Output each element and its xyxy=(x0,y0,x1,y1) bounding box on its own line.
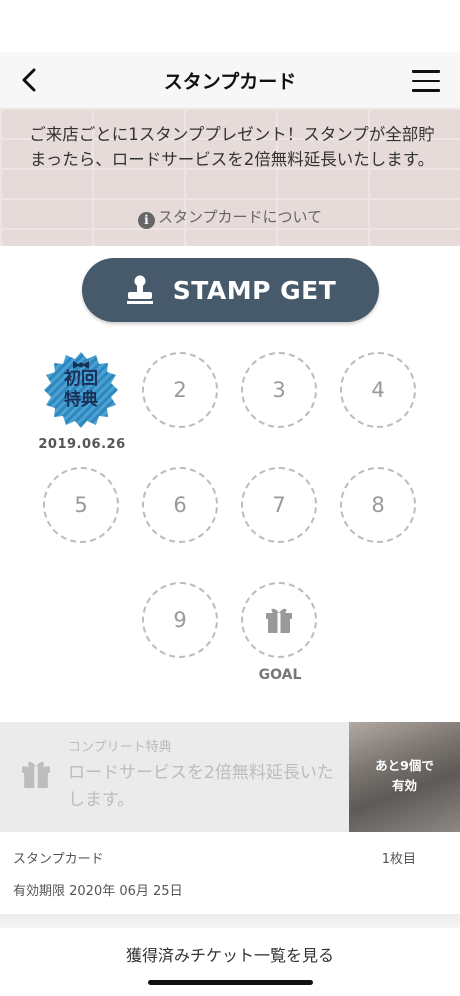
gift-icon xyxy=(22,761,50,788)
info-banner: ご来店ごとに1スタンププレゼント！スタンプが全部貯まったら、ロードサービスを2倍… xyxy=(0,108,460,246)
stamp-get-button[interactable]: STAMP GET xyxy=(82,258,379,322)
stamp-slot-3: 3 xyxy=(241,352,317,428)
ticket-history-link[interactable]: 獲得済みチケット一覧を見る xyxy=(0,928,460,996)
stamp-icon xyxy=(126,275,153,304)
card-count: 1枚目 xyxy=(381,852,416,867)
first-visit-bonus-text: 初回 特典 xyxy=(64,369,98,410)
stamp-date: 2019.06.26 xyxy=(38,437,126,452)
stamp-get-label: STAMP GET xyxy=(172,275,337,305)
about-link-label: スタンプカードについて xyxy=(157,208,323,226)
stamp-slot-8: 8 xyxy=(340,467,416,543)
home-indicator xyxy=(148,980,313,985)
back-chevron-icon[interactable] xyxy=(14,64,46,96)
navigation-bar: スタンプカード xyxy=(0,52,460,108)
stamp-slot-6: 6 xyxy=(142,467,218,543)
complete-bonus-panel: コンプリート特典 ロードサービスを2倍無料延長いたします。 あと9個で 有効 xyxy=(0,722,460,832)
section-divider xyxy=(0,914,460,928)
ticket-history-label: 獲得済みチケット一覧を見る xyxy=(125,946,334,965)
card-expiry: 有効期限 2020年 06月 25日 xyxy=(13,884,183,899)
stamp-slot-1-earned: 初回 特典 xyxy=(42,351,120,429)
goal-label: GOAL xyxy=(258,667,302,683)
hamburger-menu-icon[interactable] xyxy=(412,70,440,92)
remaining-stamps-text: あと9個で 有効 xyxy=(375,758,434,793)
stamp-slot-2: 2 xyxy=(142,352,218,428)
remaining-stamps-thumbnail: あと9個で 有効 xyxy=(349,722,460,832)
status-bar-area xyxy=(0,0,460,52)
banner-message: ご来店ごとに1スタンププレゼント！スタンプが全部貯まったら、ロードサービスを2倍… xyxy=(29,125,435,169)
stamp-slot-5: 5 xyxy=(43,467,119,543)
stamp-slot-4: 4 xyxy=(340,352,416,428)
stamp-slot-7: 7 xyxy=(241,467,317,543)
info-icon: i xyxy=(137,212,155,229)
page-title: スタンプカード xyxy=(163,70,297,93)
card-label: スタンプカード xyxy=(13,852,104,867)
complete-bonus-caption: コンプリート特典 xyxy=(68,740,172,755)
complete-bonus-text: ロードサービスを2倍無料延長いたします。 xyxy=(68,763,334,810)
stamp-slot-goal xyxy=(241,582,317,658)
card-info: スタンプカード 1枚目 有効期限 2020年 06月 25日 xyxy=(0,832,460,914)
gift-icon xyxy=(266,608,292,633)
about-stamp-card-link[interactable]: i スタンプカードについて xyxy=(0,206,460,229)
stamp-slot-9: 9 xyxy=(142,582,218,658)
